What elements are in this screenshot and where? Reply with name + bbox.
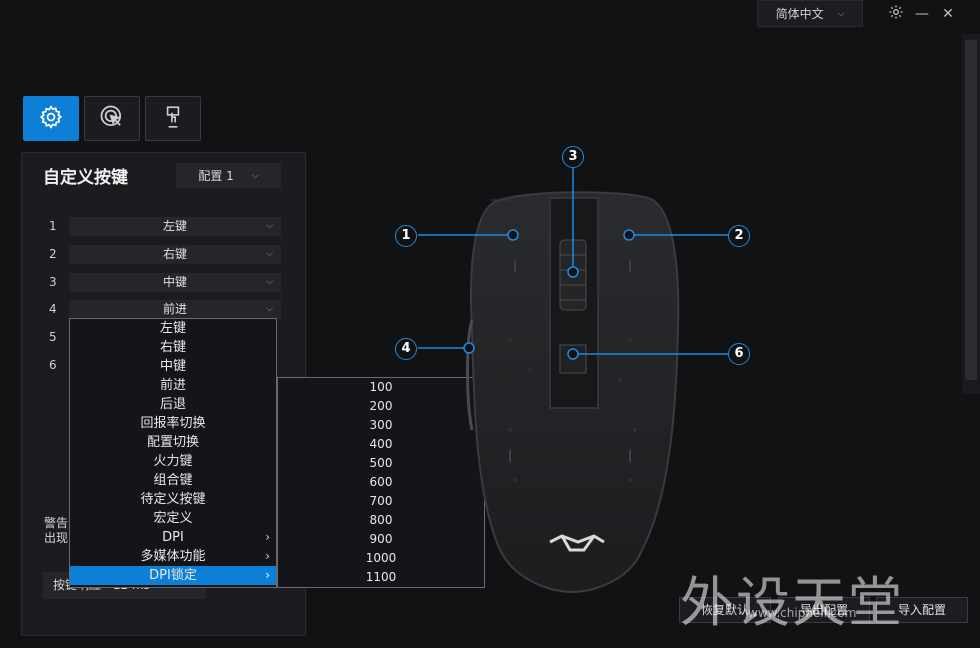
button-2-select[interactable]: 右键 ⌵ (69, 245, 281, 264)
menu-item-label: 右键 (159, 340, 186, 355)
menu-item-label: 回报率切换 (140, 416, 206, 431)
menu-item-label: DPI锁定 (149, 568, 197, 583)
callout-badge-4[interactable]: 4 (395, 338, 417, 360)
menu-item-back[interactable]: 后退 (70, 395, 276, 414)
minimize-icon[interactable]: — (912, 4, 932, 24)
menu-item-label: 后退 (159, 397, 186, 412)
menu-item-undefined-key[interactable]: 待定义按键 (70, 490, 276, 509)
menu-item-fire-key[interactable]: 火力键 (70, 452, 276, 471)
panel-title: 自定义按键 (43, 168, 128, 188)
tab-button-customize[interactable] (23, 96, 79, 141)
button-2-value: 右键 (162, 247, 187, 261)
menu-item-combo-key[interactable]: 组合键 (70, 471, 276, 490)
menu-item-macro[interactable]: 宏定义 (70, 509, 276, 528)
row-number: 2 (49, 247, 57, 261)
watermark-url: www.chiphell.com (748, 606, 857, 620)
chevron-right-icon: › (265, 568, 270, 582)
menu-item-dpi[interactable]: DPI › (70, 528, 276, 547)
chevron-right-icon: › (265, 549, 270, 563)
chevron-down-icon: ⌵ (837, 8, 845, 19)
menu-item-label: 多媒体功能 (140, 549, 206, 564)
menu-item-dpi-lock[interactable]: DPI锁定 › (70, 566, 276, 585)
menu-item-middle-click[interactable]: 中键 (70, 357, 276, 376)
chevron-down-icon: ⌵ (266, 221, 273, 231)
menu-item-label: 配置切换 (146, 435, 199, 450)
row-number: 3 (49, 275, 57, 289)
key-function-menu: 左键 右键 中键 前进 后退 回报率切换 配置切换 火力键 组合键 待定义按键 … (69, 318, 277, 588)
callout-badge-2[interactable]: 2 (728, 225, 750, 247)
menu-item-label: 火力键 (153, 454, 193, 469)
close-icon[interactable]: ✕ (938, 4, 958, 24)
button-1-value: 左键 (162, 219, 187, 233)
profile-select[interactable]: 配置 1 ⌵ (176, 163, 281, 188)
menu-item-label: 待定义按键 (140, 492, 206, 507)
menu-item-multimedia[interactable]: 多媒体功能 › (70, 547, 276, 566)
row-number: 1 (49, 219, 57, 233)
row-number: 4 (49, 302, 57, 316)
menu-item-polling-rate[interactable]: 回报率切换 (70, 414, 276, 433)
row-number: 5 (49, 330, 57, 344)
tab-macro[interactable] (145, 96, 201, 141)
watermark-logo: 外设天堂 (680, 571, 904, 634)
menu-item-left-click[interactable]: 左键 (70, 319, 276, 338)
menu-item-right-click[interactable]: 右键 (70, 338, 276, 357)
menu-item-label: DPI (162, 530, 184, 545)
chevron-down-icon: ⌵ (251, 170, 259, 181)
menu-item-label: 前进 (159, 378, 186, 393)
cursor-click-icon (98, 103, 126, 135)
row-number: 6 (49, 358, 57, 372)
gear-icon[interactable] (886, 4, 906, 24)
warning-text: 警告 出现 (44, 516, 68, 546)
tab-dpi-pointer[interactable] (84, 96, 140, 141)
button-1-select[interactable]: 左键 ⌵ (69, 217, 281, 236)
chevron-right-icon: › (265, 530, 270, 544)
macro-hand-icon (160, 104, 186, 134)
button-4-value: 前进 (162, 302, 187, 316)
menu-item-label: 宏定义 (153, 511, 193, 526)
chevron-down-icon: ⌵ (266, 249, 273, 259)
warning-line-2: 出现 (44, 531, 69, 545)
menu-item-label: 组合键 (153, 473, 193, 488)
scrollbar-thumb[interactable] (965, 40, 977, 380)
menu-item-label: 中键 (159, 359, 186, 374)
menu-item-label: 左键 (159, 321, 186, 336)
button-3-value: 中键 (162, 275, 187, 289)
button-4-select[interactable]: 前进 ⌵ (69, 300, 281, 319)
menu-item-profile-switch[interactable]: 配置切换 (70, 433, 276, 452)
button-3-select[interactable]: 中键 ⌵ (69, 273, 281, 292)
warning-line-1: 警告 (44, 516, 69, 530)
callout-badge-1[interactable]: 1 (395, 225, 417, 247)
language-select[interactable]: 简体中文 ⌵ (757, 0, 863, 27)
chevron-down-icon: ⌵ (266, 277, 273, 287)
profile-label: 配置 1 (198, 169, 234, 183)
menu-item-forward[interactable]: 前进 (70, 376, 276, 395)
callout-badge-6[interactable]: 6 (728, 343, 750, 365)
callout-badge-3[interactable]: 3 (562, 146, 584, 168)
chevron-down-icon: ⌵ (266, 304, 273, 314)
language-label: 简体中文 (775, 7, 824, 21)
gear-icon (38, 104, 64, 134)
mouse-illustration (418, 168, 728, 594)
